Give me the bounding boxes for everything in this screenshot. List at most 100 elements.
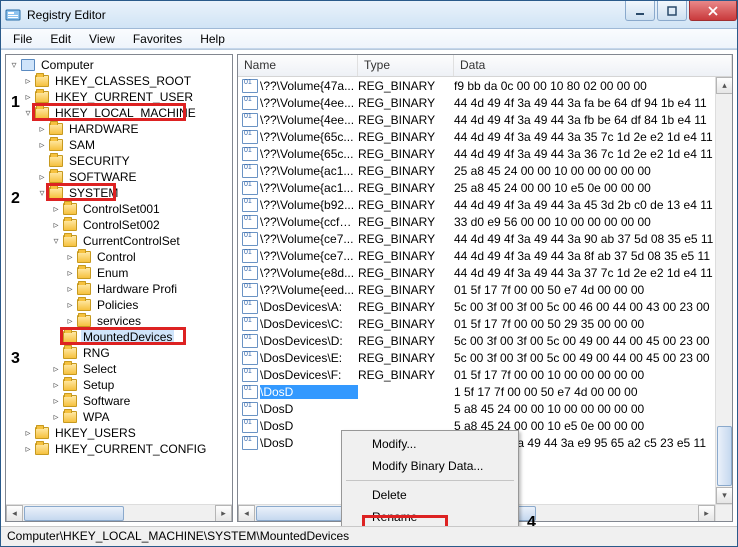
expand-toggle-icon[interactable]: ▿ (50, 235, 62, 247)
list-row[interactable]: \DosDevices\A:REG_BINARY5c 00 3f 00 3f 0… (238, 298, 732, 315)
expand-toggle-icon[interactable]: ▿ (22, 107, 34, 119)
list-row[interactable]: \??\Volume{47a...REG_BINARYf9 bb da 0c 0… (238, 77, 732, 94)
list-row[interactable]: \??\Volume{65c...REG_BINARY44 4d 49 4f 3… (238, 128, 732, 145)
tree-node[interactable]: ▹Software (8, 393, 232, 409)
expand-toggle-icon[interactable]: ▹ (36, 171, 48, 183)
expand-toggle-icon[interactable]: ▹ (64, 251, 76, 263)
menu-favorites[interactable]: Favorites (125, 30, 190, 48)
list-row[interactable]: \DosD1 5f 17 7f 00 00 50 e7 4d 00 00 00 (238, 383, 732, 400)
expand-toggle-icon[interactable]: ▹ (22, 443, 34, 455)
list-row[interactable]: \??\Volume{eed...REG_BINARY01 5f 17 7f 0… (238, 281, 732, 298)
expand-toggle-icon[interactable]: ▹ (50, 379, 62, 391)
expand-toggle-icon[interactable]: ▹ (22, 75, 34, 87)
minimize-button[interactable] (625, 1, 655, 21)
tree-node[interactable]: ▹WPA (8, 409, 232, 425)
tree-node[interactable]: MountedDevices (8, 329, 232, 345)
expand-toggle-icon[interactable]: ▹ (64, 267, 76, 279)
cell-name: \??\Volume{ce7... (260, 232, 358, 246)
titlebar[interactable]: Registry Editor (1, 1, 737, 29)
context-modify-binary[interactable]: Modify Binary Data... (344, 455, 516, 477)
close-button[interactable] (689, 1, 737, 21)
tree-node[interactable]: ▹Control (8, 249, 232, 265)
list-row[interactable]: \??\Volume{65c...REG_BINARY44 4d 49 4f 3… (238, 145, 732, 162)
tree-node[interactable]: ▹Setup (8, 377, 232, 393)
tree-node[interactable]: ▹Policies (8, 297, 232, 313)
list-row[interactable]: \DosDevices\D:REG_BINARY5c 00 3f 00 3f 0… (238, 332, 732, 349)
col-header-name[interactable]: Name (238, 55, 358, 76)
expand-toggle-icon[interactable]: ▹ (64, 299, 76, 311)
tree-node[interactable]: ▿CurrentControlSet (8, 233, 232, 249)
expand-toggle-icon[interactable]: ▹ (22, 427, 34, 439)
menu-file[interactable]: File (5, 30, 40, 48)
context-modify[interactable]: Modify... (344, 433, 516, 455)
menu-view[interactable]: View (81, 30, 123, 48)
tree-node[interactable]: ▹Select (8, 361, 232, 377)
tree-node[interactable]: ▿HKEY_LOCAL_MACHINE (8, 105, 232, 121)
menu-edit[interactable]: Edit (42, 30, 79, 48)
tree-node[interactable]: ▹Enum (8, 265, 232, 281)
list-row[interactable]: \??\Volume{ccf1...REG_BINARY33 d0 e9 56 … (238, 213, 732, 230)
list-scroll-left[interactable]: ◂ (238, 505, 255, 522)
context-rename[interactable]: Rename (344, 506, 516, 526)
list-row[interactable]: \??\Volume{ac1...REG_BINARY25 a8 45 24 0… (238, 179, 732, 196)
expand-toggle-icon[interactable]: ▹ (22, 91, 34, 103)
tree-node[interactable]: ▹ControlSet002 (8, 217, 232, 233)
tree-node[interactable]: ▹ControlSet001 (8, 201, 232, 217)
expand-toggle-icon[interactable]: ▹ (64, 315, 76, 327)
expand-toggle-icon[interactable]: ▹ (36, 123, 48, 135)
expand-toggle-icon[interactable]: ▿ (8, 59, 20, 71)
menu-help[interactable]: Help (192, 30, 233, 48)
tree-scroll-left[interactable]: ◂ (6, 505, 23, 522)
expand-toggle-icon[interactable]: ▹ (50, 395, 62, 407)
tree-node[interactable]: ▿SYSTEM (8, 185, 232, 201)
list-scroll-right[interactable]: ▸ (698, 505, 715, 522)
list-row[interactable]: \??\Volume{ce7...REG_BINARY44 4d 49 4f 3… (238, 247, 732, 264)
scroll-corner (715, 505, 732, 522)
list-row[interactable]: \??\Volume{b92...REG_BINARY44 4d 49 4f 3… (238, 196, 732, 213)
tree-node[interactable]: ▹SAM (8, 137, 232, 153)
context-delete[interactable]: Delete (344, 484, 516, 506)
expand-toggle-icon[interactable]: ▹ (50, 363, 62, 375)
list-scroll-down[interactable]: ▾ (716, 487, 733, 504)
tree-node[interactable]: ▹HKEY_USERS (8, 425, 232, 441)
list-vscroll-thumb[interactable] (717, 426, 732, 486)
list-row[interactable]: \??\Volume{ac1...REG_BINARY25 a8 45 24 0… (238, 162, 732, 179)
list-row[interactable]: \DosDevices\C:REG_BINARY01 5f 17 7f 00 0… (238, 315, 732, 332)
list-row[interactable]: \DosD5 a8 45 24 00 00 10 00 00 00 00 00 (238, 400, 732, 417)
col-header-type[interactable]: Type (358, 55, 454, 76)
list-row[interactable]: \??\Volume{ce7...REG_BINARY44 4d 49 4f 3… (238, 230, 732, 247)
cell-data: 5 a8 45 24 00 00 10 00 00 00 00 00 (454, 402, 732, 416)
tree-scroll-right[interactable]: ▸ (215, 505, 232, 522)
maximize-button[interactable] (657, 1, 687, 21)
tree-node[interactable]: ▹HKEY_CURRENT_USER (8, 89, 232, 105)
cell-data: 44 4d 49 4f 3a 49 44 3a 90 ab 37 5d 08 3… (454, 232, 732, 246)
col-header-data[interactable]: Data (454, 55, 732, 76)
list-row[interactable]: \??\Volume{4ee...REG_BINARY44 4d 49 4f 3… (238, 111, 732, 128)
tree-node[interactable]: SECURITY (8, 153, 232, 169)
binary-value-icon (242, 181, 258, 195)
cell-data: 5c 00 3f 00 3f 00 5c 00 49 00 44 00 45 0… (454, 351, 732, 365)
tree-node[interactable]: ▹HARDWARE (8, 121, 232, 137)
list-vscroll[interactable]: ▴ ▾ (715, 77, 732, 504)
list-row[interactable]: \??\Volume{4ee...REG_BINARY44 4d 49 4f 3… (238, 94, 732, 111)
expand-toggle-icon[interactable]: ▹ (36, 139, 48, 151)
expand-toggle-icon[interactable]: ▹ (50, 411, 62, 423)
tree-node[interactable]: ▹services (8, 313, 232, 329)
tree-node[interactable]: ▹SOFTWARE (8, 169, 232, 185)
expand-toggle-icon[interactable]: ▹ (50, 203, 62, 215)
tree-node[interactable]: ▹HKEY_CURRENT_CONFIG (8, 441, 232, 457)
tree-node[interactable]: ▿Computer (8, 57, 232, 73)
tree-pane[interactable]: ▿Computer▹HKEY_CLASSES_ROOT▹HKEY_CURRENT… (5, 54, 233, 522)
app-icon (5, 7, 21, 23)
expand-toggle-icon[interactable]: ▿ (36, 187, 48, 199)
list-row[interactable]: \DosDevices\F:REG_BINARY01 5f 17 7f 00 0… (238, 366, 732, 383)
list-scroll-up[interactable]: ▴ (716, 77, 733, 94)
tree-scroll-thumb[interactable] (24, 506, 124, 521)
tree-node[interactable]: ▹Hardware Profi (8, 281, 232, 297)
list-row[interactable]: \DosDevices\E:REG_BINARY5c 00 3f 00 3f 0… (238, 349, 732, 366)
list-row[interactable]: \??\Volume{e8d...REG_BINARY44 4d 49 4f 3… (238, 264, 732, 281)
expand-toggle-icon[interactable]: ▹ (50, 219, 62, 231)
tree-node[interactable]: ▹HKEY_CLASSES_ROOT (8, 73, 232, 89)
tree-node[interactable]: RNG (8, 345, 232, 361)
expand-toggle-icon[interactable]: ▹ (64, 283, 76, 295)
